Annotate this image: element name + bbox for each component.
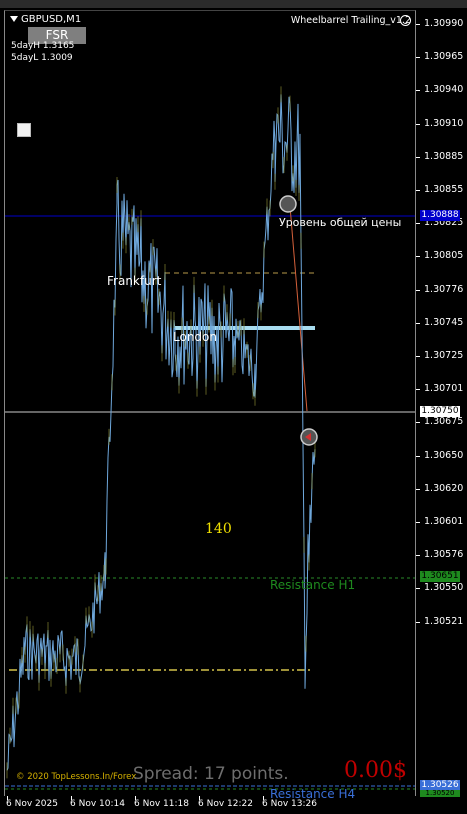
- price-tick-mark: [416, 289, 420, 291]
- time-tick-mark: [71, 796, 72, 800]
- price-chart: [5, 86, 415, 790]
- price-tick-mark: [416, 621, 420, 623]
- price-tick: 1.30650: [424, 449, 464, 461]
- price-tick-mark: [416, 322, 420, 324]
- spread-label: Spread: 17 points.: [133, 764, 289, 784]
- price-tick: 1.30601: [424, 516, 464, 527]
- blue-level-price: 1.30888: [420, 210, 460, 221]
- price-tick-mark: [416, 422, 420, 424]
- panel-checkbox[interactable]: [17, 123, 31, 137]
- price-tick: 1.30620: [424, 482, 464, 494]
- time-tick: 6 Nov 2025: [6, 799, 58, 809]
- price-tick-mark: [416, 90, 420, 92]
- copyright-label: © 2020 TopLessons.In/Forex: [16, 772, 137, 782]
- time-tick-mark: [7, 796, 8, 800]
- green-level-price: 1.30651: [420, 571, 460, 582]
- price-tick-mark: [416, 223, 420, 225]
- price-tick: 1.30550: [424, 582, 464, 594]
- price-tick-mark: [416, 256, 420, 258]
- counter-label: 140: [205, 521, 232, 537]
- time-tick: 6 Nov 11:18: [134, 799, 189, 809]
- five-day-high: 5dayH 1.3165: [11, 41, 75, 51]
- expert-advisor-title: Wheelbarrel Trailing_v1.2: [290, 15, 411, 26]
- five-day-low: 5dayL 1.3009: [11, 53, 73, 63]
- price-tick: 1.30576: [424, 549, 464, 561]
- chart-area[interactable]: [4, 10, 416, 796]
- price-tick-mark: [416, 455, 420, 457]
- price-tick: 1.30940: [424, 84, 464, 96]
- price-tick: 1.30965: [424, 51, 464, 63]
- symbol-text: GBPUSD,M1: [21, 14, 82, 25]
- trade-open-marker-icon[interactable]: [279, 195, 297, 213]
- dropdown-icon: [10, 16, 18, 22]
- frankfurt-label: Frankfurt: [107, 274, 162, 288]
- price-tick-mark: [416, 24, 420, 25]
- symbol-label: GBPUSD,M1: [10, 14, 81, 25]
- current-price-box: 1.30750: [420, 406, 460, 417]
- price-tick: 1.30521: [424, 615, 464, 627]
- price-tick-mark: [416, 588, 420, 590]
- bottom-green-price: 1.30520: [420, 790, 460, 797]
- smiley-icon: [400, 15, 411, 26]
- price-tick-mark: [416, 522, 420, 523]
- time-tick: 6 Nov 12:22: [198, 799, 253, 809]
- price-tick: 1.30745: [424, 316, 464, 328]
- price-tick: 1.30855: [424, 184, 464, 195]
- price-tick: 1.30725: [424, 350, 464, 361]
- price-tick: 1.30885: [424, 150, 464, 162]
- price-tick-mark: [416, 190, 420, 191]
- general-price-label: Уровень общей цены: [279, 216, 402, 229]
- london-label: London: [173, 330, 217, 344]
- price-tick: 1.30910: [424, 117, 464, 129]
- price-line: [6, 94, 316, 771]
- price-tick-mark: [416, 123, 420, 125]
- price-tick-mark: [416, 356, 420, 357]
- profit-label: 0.00$: [344, 758, 407, 783]
- window-title-strip: [0, 0, 467, 8]
- price-tick-mark: [416, 57, 420, 59]
- price-tick-mark: [416, 389, 420, 391]
- time-tick: 6 Nov 10:14: [70, 799, 125, 809]
- time-tick: 6 Nov 13:26: [262, 799, 317, 809]
- price-tick: 1.30701: [424, 383, 464, 395]
- price-tick-mark: [416, 555, 420, 557]
- price-tick: 1.30990: [424, 18, 464, 29]
- price-tick: 1.30805: [424, 250, 464, 262]
- time-tick-mark: [263, 796, 264, 800]
- time-tick-mark: [135, 796, 136, 800]
- price-tick: 1.30675: [424, 416, 464, 428]
- price-tick-mark: [416, 488, 420, 490]
- resistance-h1-label: Resistance H1: [270, 578, 356, 592]
- price-tick: 1.30776: [424, 283, 464, 295]
- price-tick-mark: [416, 156, 420, 158]
- time-tick-mark: [199, 796, 200, 800]
- trail-line: [289, 205, 308, 412]
